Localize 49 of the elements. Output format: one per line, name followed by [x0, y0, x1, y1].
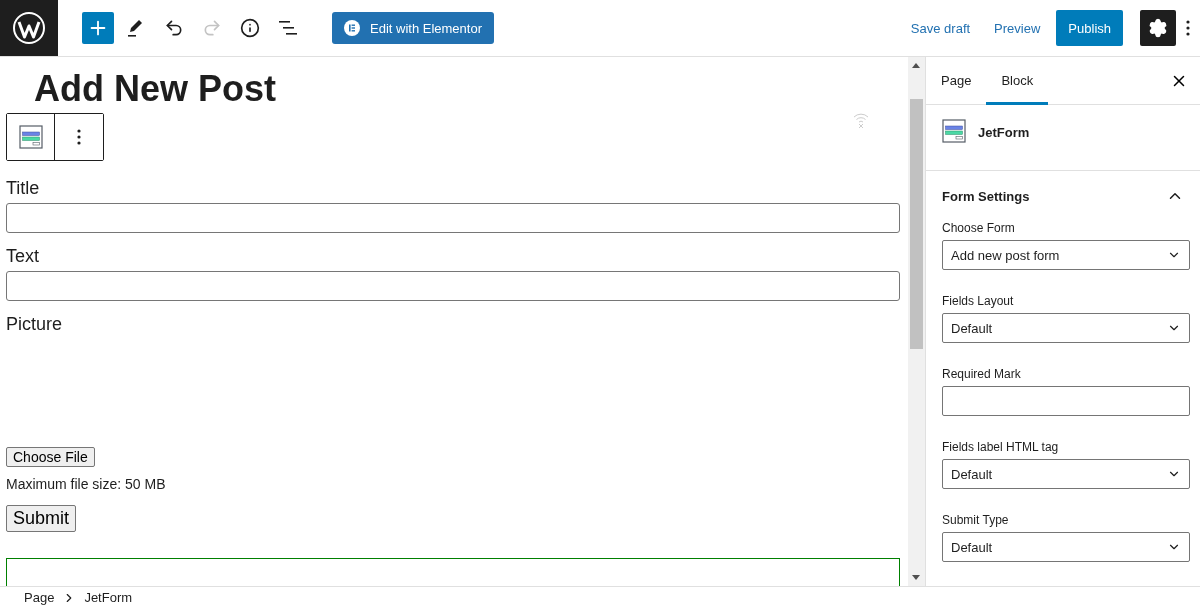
form-block-icon	[18, 125, 43, 149]
wifi-off-icon	[852, 111, 870, 129]
text-input[interactable]	[6, 203, 900, 233]
sidebar-tab[interactable]: Block	[986, 57, 1049, 105]
undo-icon	[164, 18, 184, 38]
settings-icon	[1148, 18, 1168, 38]
redo-icon	[202, 18, 222, 38]
setting-label: Submit Type	[942, 513, 1010, 527]
sidebar-tab[interactable]: Page	[926, 57, 987, 105]
breadcrumb-item[interactable]: JetForm	[84, 590, 133, 605]
select-field[interactable]: Default	[942, 313, 1190, 343]
file-size-note: Maximum file size: 50 MB	[6, 476, 167, 492]
setting-label: Choose Form	[942, 221, 1016, 235]
scrollbar[interactable]	[908, 57, 925, 586]
form-block-icon	[942, 119, 966, 143]
more-icon	[77, 129, 81, 145]
field-label: Picture	[6, 313, 64, 335]
info-icon	[240, 18, 260, 38]
preview-button[interactable]: Preview	[986, 12, 1049, 44]
scroll-down-icon	[912, 575, 920, 580]
wordpress-logo-icon	[12, 11, 46, 45]
scroll-up-icon	[912, 63, 920, 68]
post-title: Add New Post	[34, 69, 277, 109]
save-draft-button[interactable]: Save draft	[902, 12, 979, 44]
panel-toggle[interactable]: Form Settings	[926, 171, 1200, 221]
publish-button[interactable]: Publish	[1056, 10, 1123, 46]
setting-label: Fields label HTML tag	[942, 440, 1060, 454]
setting-label: Fields Layout	[942, 294, 1015, 308]
list-view-icon	[278, 19, 298, 37]
select-field[interactable]: Default	[942, 459, 1190, 489]
site-logo[interactable]	[0, 0, 58, 56]
text-input[interactable]	[942, 386, 1190, 416]
choose-file-button[interactable]: Choose File	[6, 447, 95, 467]
edit-with-elementor-button[interactable]: Edit with Elementor	[332, 12, 494, 44]
more-icon	[1186, 20, 1190, 36]
block-type-button[interactable]	[7, 114, 55, 160]
settings-button[interactable]	[1140, 10, 1176, 46]
text-input[interactable]	[6, 271, 900, 301]
elementor-icon	[344, 20, 360, 36]
select-field[interactable]: Add new post form	[942, 240, 1190, 270]
setting-label: Required Mark	[942, 367, 1022, 381]
field-label: Title	[6, 177, 41, 199]
select-field[interactable]: Default	[942, 532, 1190, 562]
add-tool-button[interactable]	[82, 12, 114, 44]
breadcrumb-item[interactable]: Page	[24, 590, 55, 605]
block-name: JetForm	[978, 125, 1030, 140]
scrollbar-thumb[interactable]	[910, 99, 923, 349]
field-label: Text	[6, 245, 40, 267]
submit-button[interactable]: Submit	[6, 505, 77, 532]
